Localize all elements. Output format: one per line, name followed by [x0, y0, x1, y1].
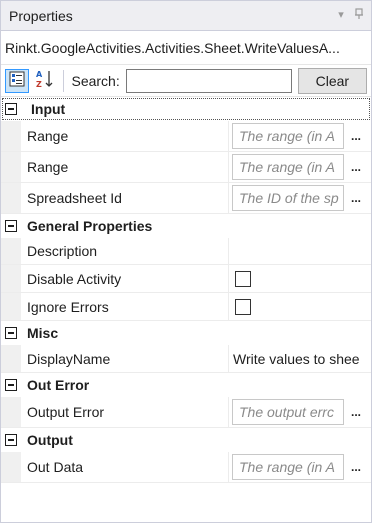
category-label: Out Error [27, 377, 90, 393]
collapse-icon[interactable] [5, 327, 17, 339]
property-name: DisplayName [21, 345, 229, 372]
dropdown-icon[interactable]: ▾ [335, 7, 347, 21]
panel-titlebar: Properties ▾ [1, 1, 371, 31]
property-name: Disable Activity [21, 265, 229, 292]
description-field[interactable] [229, 238, 371, 264]
category-label: Misc [27, 325, 59, 341]
category-output[interactable]: Output [1, 428, 371, 452]
panel-title: Properties [9, 7, 73, 24]
pin-icon[interactable] [353, 7, 365, 21]
property-row-spreadsheet-id: Spreadsheet Id The ID of the sp ... [1, 183, 371, 214]
category-misc[interactable]: Misc [1, 321, 371, 345]
properties-toolbar: A Z Search: Clear [1, 65, 371, 97]
svg-text:A: A [36, 70, 43, 79]
ellipsis-button[interactable]: ... [346, 154, 366, 180]
property-row-range-1: Range The range (in A ... [1, 121, 371, 152]
category-label: Input [31, 101, 66, 117]
property-name: Out Data [21, 452, 229, 482]
property-grid: Input Range The range (in A ... Range Th… [1, 97, 371, 483]
ignore-errors-checkbox[interactable] [235, 298, 251, 315]
property-row-disable-activity: Disable Activity [1, 265, 371, 293]
ellipsis-button[interactable]: ... [346, 399, 366, 425]
collapse-icon[interactable] [5, 379, 17, 391]
category-input[interactable]: Input [1, 97, 371, 121]
selected-object-name: Rinkt.GoogleActivities.Activities.Sheet.… [1, 31, 371, 65]
disable-activity-checkbox[interactable] [235, 270, 251, 287]
range-field[interactable]: The range (in A [232, 123, 344, 149]
clear-button[interactable]: Clear [297, 67, 367, 94]
property-name: Range [21, 121, 229, 151]
property-name: Description [21, 238, 229, 264]
collapse-icon[interactable] [5, 103, 17, 115]
property-row-description: Description [1, 238, 371, 265]
range-field[interactable]: The range (in A [232, 154, 344, 180]
spreadsheet-id-field[interactable]: The ID of the sp [232, 185, 344, 211]
alphabetical-sort-button[interactable]: A Z [33, 69, 57, 93]
categorized-view-button[interactable] [5, 68, 29, 93]
category-label: Output [27, 432, 73, 448]
property-row-out-data: Out Data The range (in A ... [1, 452, 371, 483]
collapse-icon[interactable] [5, 434, 17, 446]
output-error-field[interactable]: The output errc [232, 399, 344, 425]
property-row-ignore-errors: Ignore Errors [1, 293, 371, 321]
ellipsis-button[interactable]: ... [346, 454, 366, 480]
categorized-view-icon [9, 71, 25, 90]
search-input[interactable] [125, 68, 292, 93]
properties-panel: Properties ▾ Rinkt.GoogleActivities.Acti… [0, 0, 372, 523]
alphabetical-sort-icon: A Z [35, 69, 55, 92]
displayname-field[interactable]: Write values to shee [229, 351, 360, 367]
category-general-properties[interactable]: General Properties [1, 214, 371, 238]
collapse-icon[interactable] [5, 220, 17, 232]
out-data-field[interactable]: The range (in A [232, 454, 344, 480]
property-row-range-2: Range The range (in A ... [1, 152, 371, 183]
property-row-output-error: Output Error The output errc ... [1, 397, 371, 428]
category-label: General Properties [27, 218, 153, 234]
property-name: Range [21, 152, 229, 182]
ellipsis-button[interactable]: ... [346, 123, 366, 149]
ellipsis-button[interactable]: ... [346, 185, 366, 211]
property-name: Spreadsheet Id [21, 183, 229, 213]
property-name: Output Error [21, 397, 229, 427]
svg-text:Z: Z [36, 80, 42, 89]
toolbar-separator [62, 69, 64, 92]
property-name: Ignore Errors [21, 293, 229, 320]
category-out-error[interactable]: Out Error [1, 373, 371, 397]
search-label: Search: [71, 72, 120, 89]
property-row-displayname: DisplayName Write values to shee [1, 345, 371, 373]
